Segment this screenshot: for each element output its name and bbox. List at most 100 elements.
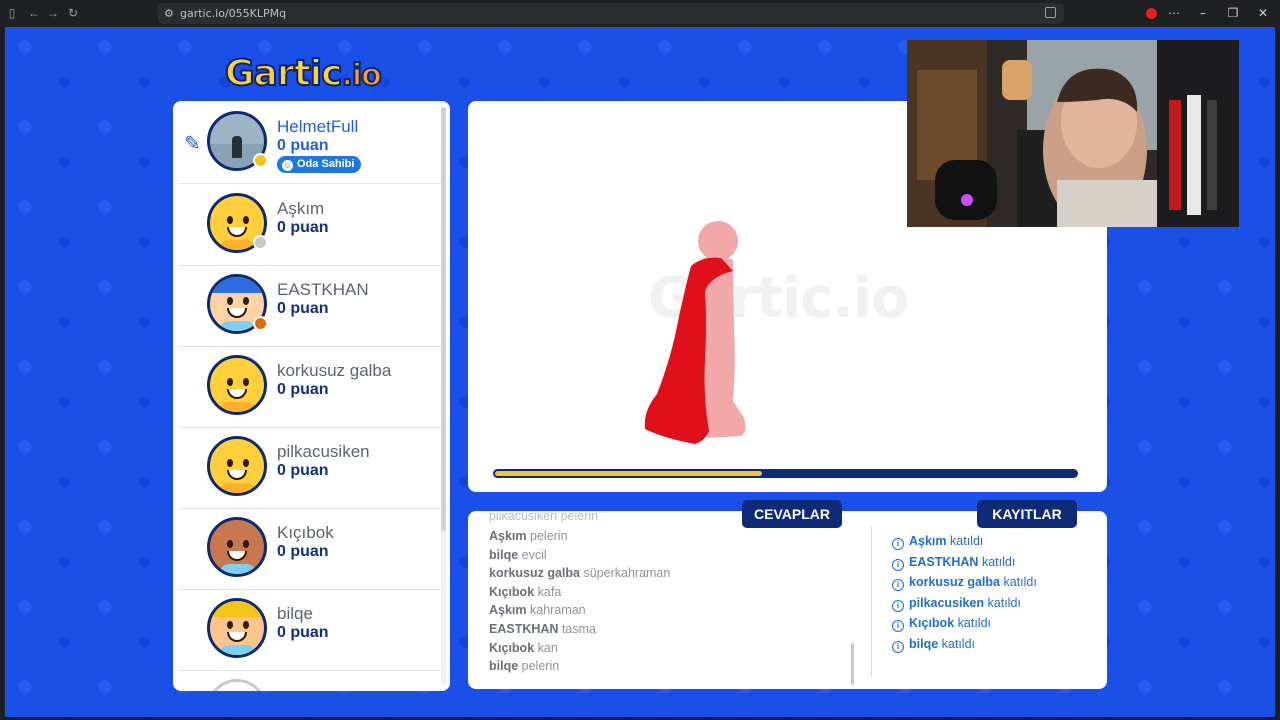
record-text: katıldı [1003,575,1037,589]
answer-user: korkusuz galba [489,566,580,581]
info-icon: i [892,558,904,571]
address-bar[interactable]: ⚙ gartic.io/055KLPMq [158,3,1064,24]
info-icon: i [892,599,904,612]
record-text: katıldı [981,554,1016,569]
avatar [207,436,267,496]
game-page: Gartic.io ✎ HelmetFull 0 puan ☺ Oda Sahib… [5,27,1275,717]
avatar [207,598,267,658]
answer-text: kahraman [530,603,586,618]
record-user: EASTKHAN [909,554,979,569]
player-drawing [644,221,746,444]
record-row: i korkusuz galba katıldı [892,572,1037,593]
answer-user: Kıçıbok [489,584,535,599]
answer-text: pelerin [521,659,560,674]
close-icon[interactable]: ✕ [1254,5,1272,21]
drawing-pencil-icon: ✎ [184,133,201,155]
forward-icon[interactable]: → [46,6,60,20]
url-text[interactable]: gartic.io/055KLPMq [180,7,286,20]
record-user: bilqe [909,636,939,651]
players-list[interactable]: ✎ HelmetFull 0 puan ☺ Oda Sahibi Aşkım 0 … [173,101,450,691]
player-row[interactable]: EASTKHAN 0 puan [179,266,441,347]
gartic-logo[interactable]: Gartic.io [224,52,405,96]
record-user: Kıçıbok [909,616,955,630]
info-icon: i [892,538,904,550]
minimize-icon[interactable]: – [1194,5,1212,21]
player-row[interactable] [179,671,441,691]
restore-icon[interactable]: ❐ [1224,5,1242,21]
status-dot [253,235,268,250]
tab-records[interactable]: KAYITLAR [977,500,1077,528]
player-row[interactable]: bilqe 0 puan [179,590,441,671]
player-row[interactable]: Aşkım 0 puan [179,185,441,266]
crown-icon: ☺ [282,160,293,171]
record-user: Aşkım [909,534,947,548]
player-name: pilkacusiken [277,442,370,461]
answer-row: Aşkım kahraman [489,601,859,620]
player-points: 0 puan [277,543,329,560]
answers-records-panel: pilkacusiken pelerin Aşkım pelerin bilqe… [468,511,1107,689]
player-name: bilqe [277,604,313,623]
empty-avatar [207,679,267,691]
player-row[interactable]: pilkacusiken 0 puan [179,428,441,509]
info-icon: i [892,579,904,591]
record-text: katıldı [941,636,976,651]
records-list[interactable]: i Aşkım katıldı i EASTKHAN katıldı i korkus… [892,531,1037,654]
record-row: i EASTKHAN katıldı [892,552,1037,573]
player-row[interactable]: korkusuz galba 0 puan [179,347,441,428]
sidebar-toggle-icon[interactable]: ▯ [5,6,19,20]
answers-list[interactable]: pilkacusiken pelerin Aşkım pelerin bilqe… [489,513,859,676]
player-points: 0 puan [277,219,329,236]
players-scrollbar-thumb[interactable] [441,107,446,531]
player-points: 0 puan [277,381,329,398]
status-dot [253,153,268,168]
answer-row: korkusuz galba süperkahraman [489,564,859,583]
player-name: Kıçıbok [277,523,334,542]
tab-answers[interactable]: CEVAPLAR [742,500,842,528]
info-icon: i [892,620,904,632]
info-icon: i [892,640,904,653]
answer-text: kafa [537,584,562,599]
answer-text: kan [537,640,558,655]
player-points: 0 puan [277,624,329,641]
answer-row: Aşkım pelerin [489,527,859,546]
logo-name: Gartic [224,52,343,95]
browser-toolbar: ▯ ← → ↻ ⚙ gartic.io/055KLPMq ⋯ – ❐ ✕ [0,0,1280,27]
record-row: i bilqe katıldı [892,634,1037,655]
player-name: EASTKHAN [277,280,369,299]
streamer-webcam [907,40,1239,227]
player-row[interactable]: ✎ HelmetFull 0 puan ☺ Oda Sahibi [179,103,441,184]
answer-user: EASTKHAN [489,621,559,636]
record-text: katıldı [957,616,991,630]
avatar [207,355,267,415]
record-user: korkusuz galba [909,575,1000,589]
player-row[interactable]: Kıçıbok 0 puan [179,509,441,590]
player-points: 0 puan [277,137,329,154]
youtube-extension-icon[interactable] [1146,8,1157,19]
status-dot [253,316,268,331]
panel-divider [871,527,872,677]
answer-row: Kıçıbok kan [489,639,859,658]
reload-icon[interactable]: ↻ [66,6,80,20]
round-timer-fill [495,471,762,476]
answer-user: Aşkım [489,529,527,543]
player-name: korkusuz galba [277,361,392,380]
back-icon[interactable]: ← [27,6,41,20]
answer-row: bilqe evcil [489,546,859,565]
room-owner-label: Oda Sahibi [297,158,355,170]
answer-text: süperkahraman [583,566,671,581]
site-info-icon[interactable]: ⚙ [164,7,174,20]
player-points: 0 puan [277,462,329,479]
answers-scrollbar[interactable] [851,643,854,685]
player-name: Aşkım [277,199,325,218]
more-menu-icon[interactable]: ⋯ [1165,5,1183,21]
record-user: pilkacusiken [909,595,985,610]
answer-text: pelerin [530,529,568,543]
record-text: katıldı [987,595,1021,610]
record-text: katıldı [950,534,984,548]
logo-suffix: .io [340,57,382,94]
answer-user: bilqe [489,547,519,562]
record-row: i pilkacusiken katıldı [892,593,1037,614]
reader-mode-icon[interactable] [1045,7,1056,18]
answer-text: tasma [561,621,596,636]
room-owner-badge: ☺ Oda Sahibi [277,156,362,173]
